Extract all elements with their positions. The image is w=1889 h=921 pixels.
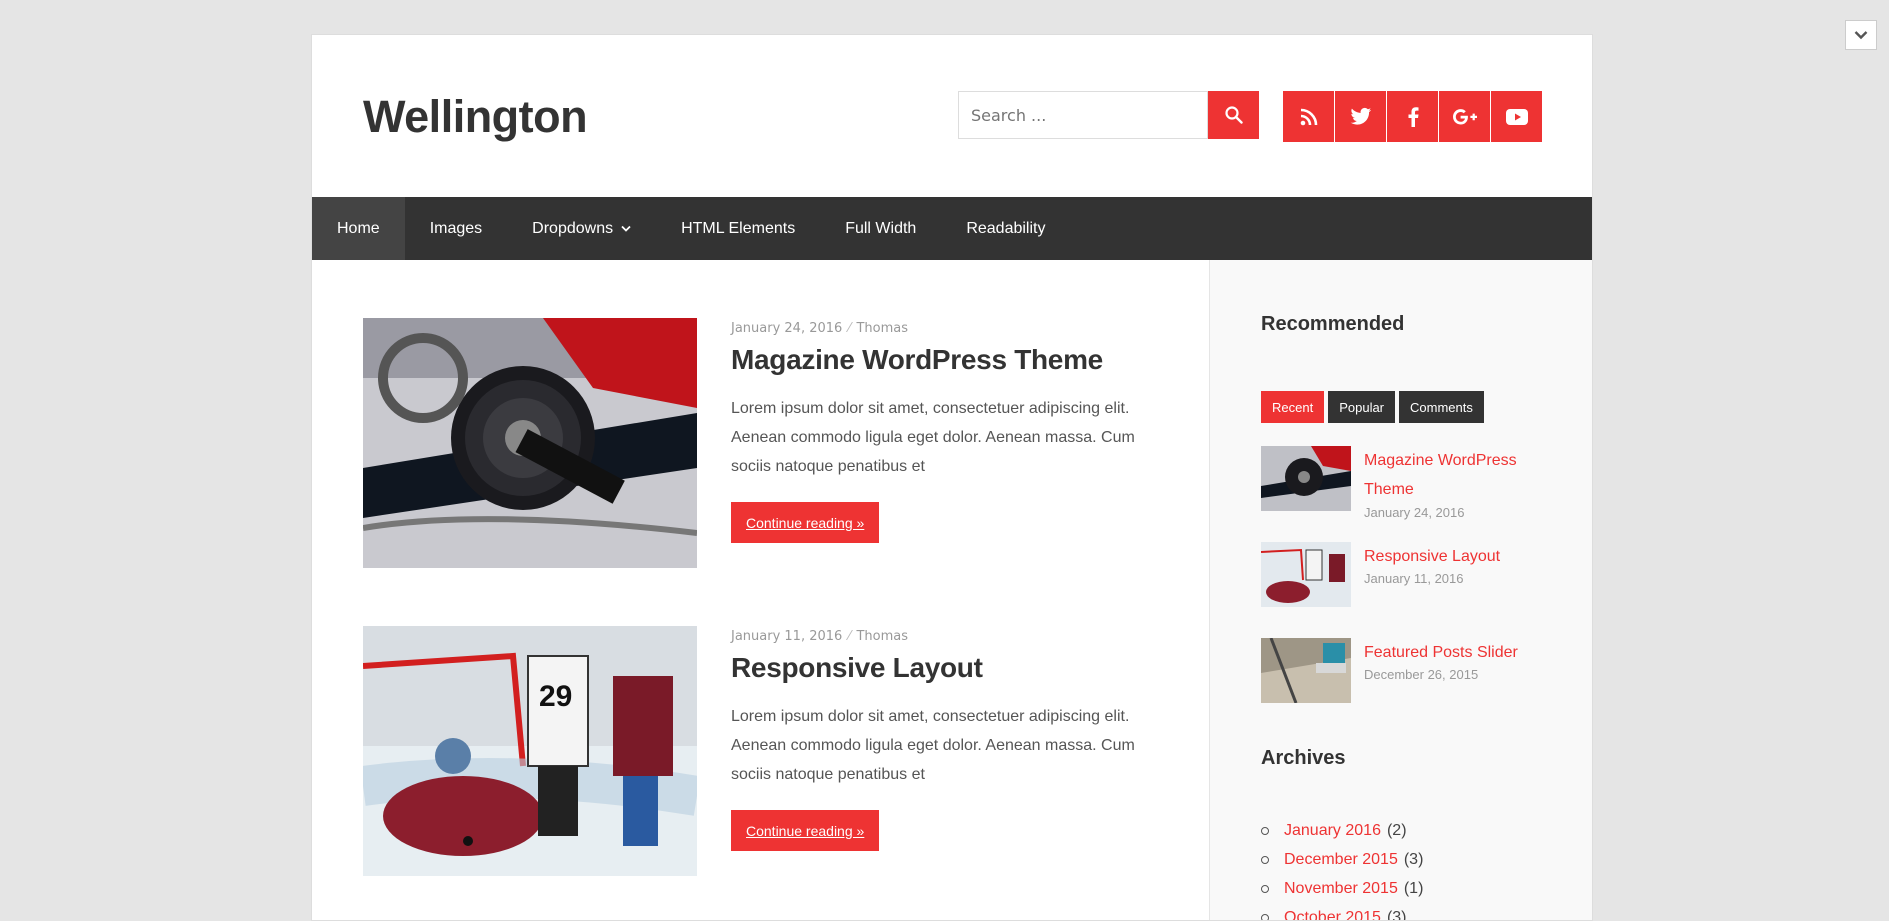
archive-link[interactable]: October 2015 <box>1284 909 1381 921</box>
search-input[interactable] <box>958 91 1208 139</box>
recent-post-date: December 26, 2015 <box>1364 667 1479 682</box>
archive-count: (2) <box>1386 821 1407 839</box>
post-date[interactable]: January 24, 2016 <box>731 321 842 336</box>
archives-list: January 2016 (2) December 2015 (3) Novembe… <box>1261 816 1423 921</box>
post-author[interactable]: Thomas <box>856 321 908 336</box>
recent-post-thumbnail[interactable] <box>1261 542 1351 607</box>
recent-post-date: January 24, 2016 <box>1364 505 1465 520</box>
social-icons <box>1283 91 1542 142</box>
nav-full-width[interactable]: Full Width <box>820 197 941 260</box>
recent-post-item: Magazine WordPress Theme January 24, 201… <box>1261 446 1561 520</box>
bullet-icon <box>1261 884 1269 893</box>
rss-button[interactable] <box>1283 91 1334 142</box>
youtube-icon <box>1505 108 1528 125</box>
nav-html-elements[interactable]: HTML Elements <box>656 197 820 260</box>
nav-home[interactable]: Home <box>312 197 405 260</box>
post-thumbnail-hockey[interactable]: 29 <box>363 626 697 876</box>
meta-separator: ⁄ <box>848 629 851 644</box>
google-plus-icon <box>1452 108 1477 124</box>
nav-dropdowns-label: Dropdowns <box>532 219 614 237</box>
nav-home-label: Home <box>337 219 380 237</box>
archive-count: (3) <box>1403 850 1424 868</box>
recent-post-thumbnail[interactable] <box>1261 638 1351 703</box>
facebook-button[interactable] <box>1387 91 1438 142</box>
post-item: 29 January 11, 2016 ⁄ Thomas Responsive La… <box>363 626 1213 876</box>
list-item: November 2015 (1) <box>1261 874 1423 903</box>
recent-post-title[interactable]: Magazine WordPress Theme <box>1364 446 1544 504</box>
post-excerpt: Lorem ipsum dolor sit amet, consectetuer… <box>731 708 1135 783</box>
list-item: October 2015 (3) <box>1261 903 1423 921</box>
svg-text:29: 29 <box>539 680 572 713</box>
nav-images-label: Images <box>429 219 483 237</box>
google-plus-button[interactable] <box>1439 91 1490 142</box>
nav-readability-label: Readability <box>966 219 1046 237</box>
bullet-icon <box>1261 826 1269 835</box>
twitter-button[interactable] <box>1335 91 1386 142</box>
continue-reading-button[interactable]: Continue reading » <box>731 810 880 851</box>
meta-separator: ⁄ <box>848 321 851 336</box>
twitter-icon <box>1350 107 1371 125</box>
recommended-tabs: Recent Popular Comments <box>1261 391 1484 423</box>
recent-post-title[interactable]: Responsive Layout <box>1364 542 1544 571</box>
bullet-icon <box>1261 913 1269 920</box>
post-date[interactable]: January 11, 2016 <box>731 629 842 644</box>
bullet-icon <box>1261 855 1269 864</box>
site-title[interactable]: Wellington <box>363 91 588 143</box>
post-title[interactable]: Responsive Layout <box>731 652 983 684</box>
list-item: January 2016 (2) <box>1261 816 1423 845</box>
rss-icon <box>1300 108 1317 125</box>
main-content: January 24, 2016 ⁄ Thomas Magazine WordPre… <box>312 260 1209 920</box>
youtube-button[interactable] <box>1491 91 1542 142</box>
post-item: January 24, 2016 ⁄ Thomas Magazine WordPre… <box>363 318 1213 568</box>
post-meta: January 24, 2016 ⁄ Thomas <box>731 321 908 336</box>
tab-popular[interactable]: Popular <box>1328 391 1396 423</box>
post-thumbnail-bike[interactable] <box>363 318 697 568</box>
nav-full-width-label: Full Width <box>845 219 917 237</box>
main-navigation: Home Images Dropdowns HTML Elements Full… <box>312 197 1592 260</box>
sidebar: Recommended Recent Popular Comments Maga… <box>1209 260 1592 921</box>
nav-images[interactable]: Images <box>405 197 507 260</box>
continue-reading-button[interactable]: Continue reading » <box>731 502 880 543</box>
recent-post-thumbnail[interactable] <box>1261 446 1351 511</box>
recent-post-item: Responsive Layout January 11, 2016 <box>1261 542 1561 612</box>
post-author[interactable]: Thomas <box>856 629 908 644</box>
archives-title: Archives <box>1261 747 1346 769</box>
page-container: Wellington Search ... Home Images Dropdo… <box>311 34 1593 921</box>
post-excerpt: Lorem ipsum dolor sit amet, consectetuer… <box>731 400 1135 475</box>
archive-link[interactable]: December 2015 <box>1284 851 1398 869</box>
post-meta: January 11, 2016 ⁄ Thomas <box>731 629 908 644</box>
chevron-down-icon <box>621 223 631 235</box>
archive-link[interactable]: January 2016 <box>1284 822 1381 840</box>
nav-html-elements-label: HTML Elements <box>681 219 796 237</box>
tab-comments[interactable]: Comments <box>1399 391 1484 423</box>
chevron-down-icon <box>1854 31 1868 40</box>
recommended-title: Recommended <box>1261 313 1405 335</box>
nav-dropdowns[interactable]: Dropdowns <box>507 197 656 260</box>
archive-link[interactable]: November 2015 <box>1284 880 1398 898</box>
list-item: December 2015 (3) <box>1261 845 1423 874</box>
post-title[interactable]: Magazine WordPress Theme <box>731 344 1103 376</box>
scroll-toggle-button[interactable] <box>1845 20 1877 50</box>
archive-count: (3) <box>1386 908 1407 921</box>
archive-count: (1) <box>1403 879 1424 897</box>
recent-post-date: January 11, 2016 <box>1364 571 1464 586</box>
recent-post-item: Featured Posts Slider December 26, 2015 <box>1261 638 1561 708</box>
facebook-icon <box>1408 106 1418 127</box>
search-button[interactable] <box>1208 91 1259 139</box>
tab-recent[interactable]: Recent <box>1261 391 1325 423</box>
search-icon <box>1224 106 1243 124</box>
recent-post-title[interactable]: Featured Posts Slider <box>1364 638 1544 667</box>
nav-readability[interactable]: Readability <box>941 197 1070 260</box>
